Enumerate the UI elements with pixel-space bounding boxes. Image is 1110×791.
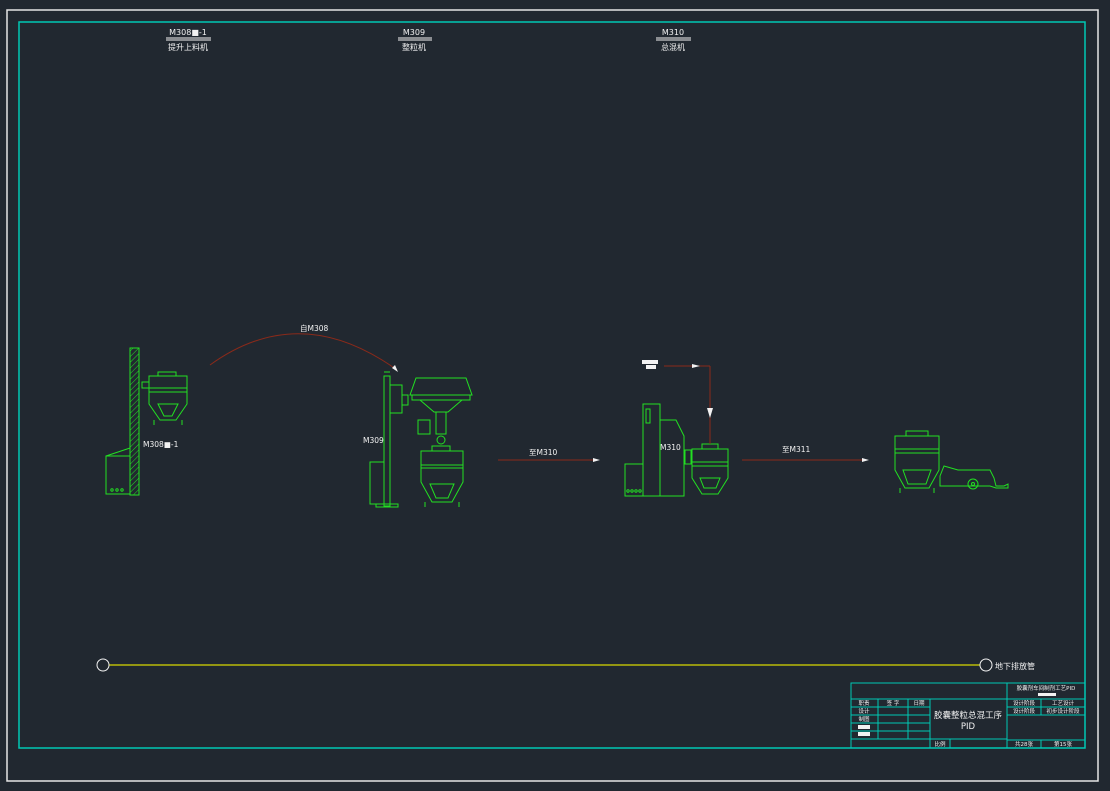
stage-value: 工艺设计 xyxy=(1052,699,1075,707)
feed-source-icon xyxy=(642,360,658,364)
drain-start-icon xyxy=(96,658,110,672)
from-m308-label: 自M308 xyxy=(300,323,329,333)
header-mixer: M310 总混机 xyxy=(656,28,691,52)
phase-label: 设计阶段 xyxy=(1013,707,1036,715)
title-role-1: 职责 xyxy=(858,699,870,707)
mixer-label: M310 xyxy=(660,443,681,452)
flow-from-m308 xyxy=(209,333,398,371)
header-lifter: M308■-1 提升上料机 xyxy=(166,28,211,52)
title-role-3: 日期 xyxy=(913,700,925,707)
header-lifter-tag: M308■-1 xyxy=(169,28,207,37)
title-row-mark-2 xyxy=(858,732,870,736)
drawing-title-line2: PID xyxy=(961,722,976,732)
total-sheets: 共28张 xyxy=(1015,740,1033,748)
header-granulator-name: 整粒机 xyxy=(402,42,426,52)
header-mixer-name: 总混机 xyxy=(661,42,685,52)
title-row-draw: 制图 xyxy=(858,715,870,723)
to-m310-label: 至M310 xyxy=(529,448,558,457)
drawing-title-line1: 胶囊整粒总混工序 xyxy=(934,710,1003,721)
phase-value: 初步设计阶段 xyxy=(1046,707,1080,715)
title-project: 胶囊剂车间制剂工艺PID xyxy=(1017,684,1076,692)
feed-arrow-down xyxy=(707,408,713,418)
title-row-mark-1 xyxy=(858,725,870,729)
sheet-number: 第15张 xyxy=(1054,740,1072,748)
drain-label: 地下排放管 xyxy=(995,661,1035,671)
arrow-to-m310 xyxy=(593,458,600,462)
title-project-mark xyxy=(1038,693,1056,696)
arrow-from-m308 xyxy=(392,365,398,372)
stage-label: 设计阶段 xyxy=(1013,699,1036,707)
header-lifter-name: 提升上料机 xyxy=(168,42,208,52)
pid-drawing: M308■-1 提升上料机 M309 整粒机 M310 总混机 M308■-1 … xyxy=(6,9,1099,782)
scale-label: 比例 xyxy=(934,740,946,748)
drain-end-icon xyxy=(979,658,993,672)
arrow-to-m311 xyxy=(862,458,869,462)
bin-with-truck xyxy=(894,430,1009,493)
title-role-2: 签 字 xyxy=(887,699,900,707)
inner-frame xyxy=(18,21,1086,749)
granulator-equipment xyxy=(369,371,473,508)
title-row-design: 设计 xyxy=(858,707,870,715)
feed-arrow xyxy=(692,364,700,368)
header-granulator-tag: M309 xyxy=(403,28,425,37)
feed-source-icon-2 xyxy=(646,365,656,369)
granulator-label: M309 xyxy=(363,436,384,445)
header-mixer-tag: M310 xyxy=(662,28,684,37)
header-granulator: M309 整粒机 xyxy=(398,28,432,52)
lifter-label: M308■-1 xyxy=(143,440,179,449)
to-m311-label: 至M311 xyxy=(782,445,811,454)
lifter-equipment xyxy=(105,347,188,496)
